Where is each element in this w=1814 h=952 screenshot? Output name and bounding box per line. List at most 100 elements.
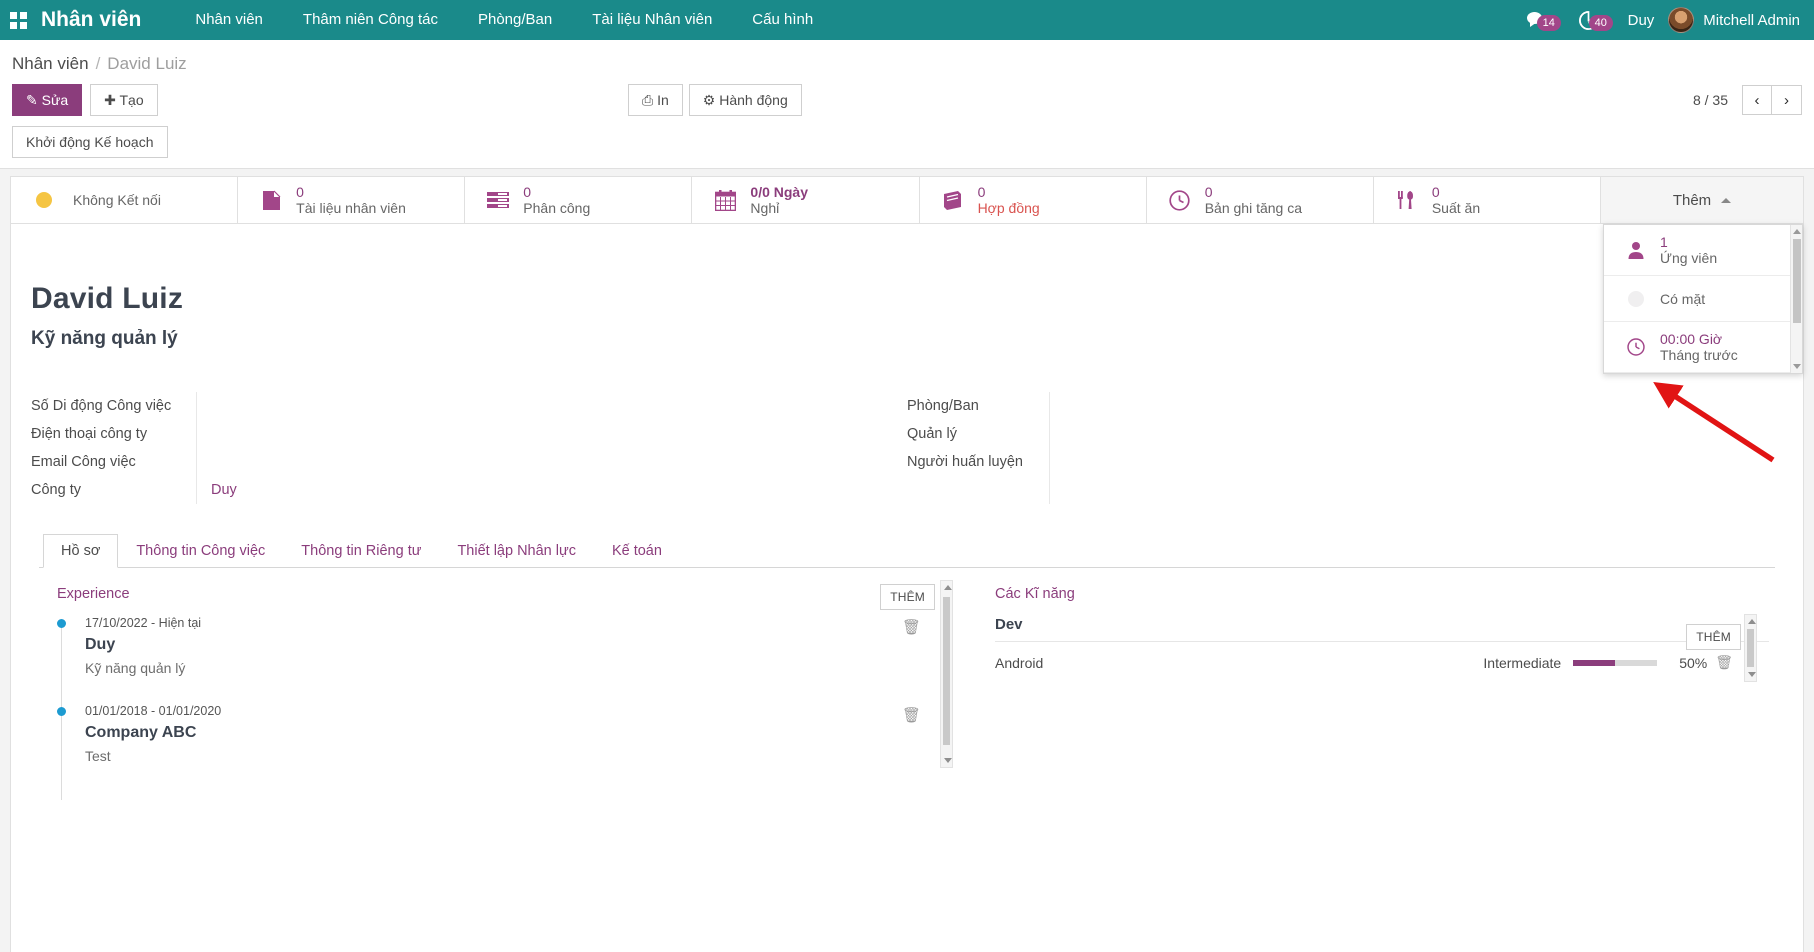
resume-line-item[interactable]: 17/10/2022 - Hiện tại Duy Kỹ năng quản l… [57, 616, 961, 676]
dropdown-label-attendance: Có mặt [1660, 291, 1705, 307]
menu-item-employees[interactable]: Nhân viên [175, 0, 283, 40]
stat-button-documents[interactable]: 0 Tài liệu nhân viên [238, 177, 465, 223]
document-icon [260, 190, 282, 211]
scroll-thumb[interactable] [1793, 239, 1801, 323]
stat-button-contracts[interactable]: 0 Hợp đồng [920, 177, 1147, 223]
value-work-email[interactable] [211, 448, 907, 476]
value-manager[interactable] [1064, 420, 1783, 448]
value-coach[interactable] [1064, 448, 1783, 476]
skill-name: Android [995, 655, 1483, 671]
scroll-thumb[interactable] [943, 597, 950, 745]
apps-grid-icon[interactable] [10, 12, 27, 29]
edit-button[interactable]: ✎ Sửa [12, 84, 82, 116]
tab-resume[interactable]: Hồ sơ [43, 534, 118, 568]
stat-button-hr-presence[interactable]: Không Kết nối [11, 177, 238, 223]
menu-item-seniority[interactable]: Thâm niên Công tác [283, 0, 458, 40]
resume-line-title: Company ABC [85, 724, 961, 742]
resume-line-title: Duy [85, 636, 961, 654]
scroll-up-icon[interactable] [1748, 619, 1756, 624]
stat-label-time-off: Nghỉ [750, 200, 808, 216]
stat-label-meals: Suất ăn [1432, 200, 1480, 216]
stat-value-time-off: 0/0 Ngày [750, 184, 808, 200]
pager-count: 8 / 35 [1693, 92, 1728, 108]
pager-previous-button[interactable]: ‹ [1742, 85, 1772, 115]
dropdown-value-last-month-hours: 00:00 Giờ [1660, 331, 1738, 347]
value-work-phone[interactable] [211, 420, 907, 448]
messages-button[interactable]: 14 [1511, 11, 1563, 29]
dropdown-item-applicants[interactable]: 1 Ứng viên [1604, 225, 1802, 276]
breadcrumb: Nhân viên / David Luiz [0, 40, 1814, 80]
add-skill-button[interactable]: THÊM [1686, 624, 1741, 650]
skill-row[interactable]: Android Intermediate 50% 🗑 [993, 642, 1769, 675]
resume-scrollbar[interactable] [940, 580, 953, 768]
delete-icon[interactable]: 🗑 [902, 618, 921, 636]
menu-item-documents[interactable]: Tài liệu Nhân viên [572, 0, 732, 40]
timeline-dot-icon [57, 619, 66, 628]
left-field-labels: Số Di động Công việc Điện thoại công ty … [31, 392, 196, 504]
calendar-icon [714, 190, 736, 211]
create-button[interactable]: ✚ Tạo [90, 84, 158, 116]
value-department[interactable] [1064, 392, 1783, 420]
scroll-up-icon[interactable] [1793, 229, 1801, 234]
top-navbar: Nhân viên Nhân viên Thâm niên Công tác P… [0, 0, 1814, 40]
scroll-up-icon[interactable] [944, 585, 952, 590]
stat-button-meals[interactable]: 0 Suất ăn [1374, 177, 1601, 223]
value-company[interactable]: Duy [211, 476, 907, 504]
launch-plan-button[interactable]: Khởi động Kế hoạch [12, 126, 168, 158]
menu-item-departments[interactable]: Phòng/Ban [458, 0, 572, 40]
scroll-down-icon[interactable] [1748, 672, 1756, 677]
clock-icon [1626, 338, 1646, 356]
app-brand[interactable]: Nhân viên [41, 8, 141, 32]
dropdown-item-last-month-hours[interactable]: 00:00 Giờ Tháng trước [1604, 322, 1802, 373]
company-switcher[interactable]: Duy [1614, 12, 1669, 29]
resume-line-item[interactable]: 01/01/2018 - 01/01/2020 Company ABC Test… [57, 704, 961, 764]
list-icon [487, 191, 509, 209]
stat-button-time-off[interactable]: 0/0 Ngày Nghỉ [692, 177, 919, 223]
tab-work-information[interactable]: Thông tin Công việc [118, 534, 283, 568]
value-work-mobile[interactable] [211, 392, 907, 420]
stat-value-assignments: 0 [523, 184, 590, 200]
right-field-values [1049, 392, 1783, 504]
plus-icon: ✚ [104, 92, 116, 108]
skill-level: Intermediate [1483, 655, 1561, 671]
skills-panel: Các Kĩ năng THÊM Dev Android Intermediat… [971, 584, 1769, 800]
skill-progress-bar [1573, 660, 1657, 666]
meal-icon [1396, 190, 1418, 210]
scroll-down-icon[interactable] [1793, 364, 1801, 369]
avatar[interactable] [1668, 7, 1694, 33]
stat-label-documents: Tài liệu nhân viên [296, 200, 406, 216]
scroll-thumb[interactable] [1747, 629, 1754, 667]
activities-button[interactable]: 40 [1563, 11, 1614, 30]
resume-line-description: Test [85, 748, 961, 764]
tab-accounting[interactable]: Kế toán [594, 534, 680, 568]
more-stat-buttons-toggle[interactable]: Thêm [1601, 177, 1803, 223]
add-resume-line-button[interactable]: THÊM [880, 584, 935, 610]
delete-icon[interactable]: 🗑 [902, 706, 921, 724]
notebook-tabs: Hồ sơ Thông tin Công việc Thông tin Riên… [39, 534, 1775, 568]
delete-icon[interactable]: 🗑 [1715, 654, 1733, 671]
tab-personal-information[interactable]: Thông tin Riêng tư [283, 534, 439, 568]
form-column-left: Số Di động Công việc Điện thoại công ty … [31, 392, 907, 504]
tab-hr-settings[interactable]: Thiết lập Nhân lực [439, 534, 594, 568]
pencil-icon: ✎ [26, 92, 38, 108]
more-label: Thêm [1673, 192, 1711, 209]
stat-button-overtime[interactable]: 0 Bản ghi tăng ca [1147, 177, 1374, 223]
dropdown-item-attendance[interactable]: Có mặt [1604, 276, 1802, 322]
stat-value-documents: 0 [296, 184, 406, 200]
action-button[interactable]: ⚙ Hành động [689, 84, 802, 116]
presence-dot-icon [1626, 291, 1646, 307]
skills-scrollbar[interactable] [1744, 614, 1757, 682]
print-button[interactable]: ⎙ In [628, 84, 683, 116]
menu-item-configuration[interactable]: Cấu hình [732, 0, 833, 40]
pager-next-button[interactable]: › [1772, 85, 1802, 115]
stat-button-assignments[interactable]: 0 Phân công [465, 177, 692, 223]
status-dot-icon [33, 192, 55, 208]
scroll-down-icon[interactable] [944, 758, 952, 763]
breadcrumb-root[interactable]: Nhân viên [12, 54, 89, 74]
dropdown-scrollbar[interactable] [1790, 225, 1802, 373]
center-buttons: ⎙ In ⚙ Hành động [628, 84, 802, 116]
form-columns: Số Di động Công việc Điện thoại công ty … [31, 392, 1783, 504]
stat-value-meals: 0 [1432, 184, 1480, 200]
skill-group-name: Dev [995, 616, 1023, 633]
user-menu[interactable]: Mitchell Admin [1703, 12, 1800, 29]
